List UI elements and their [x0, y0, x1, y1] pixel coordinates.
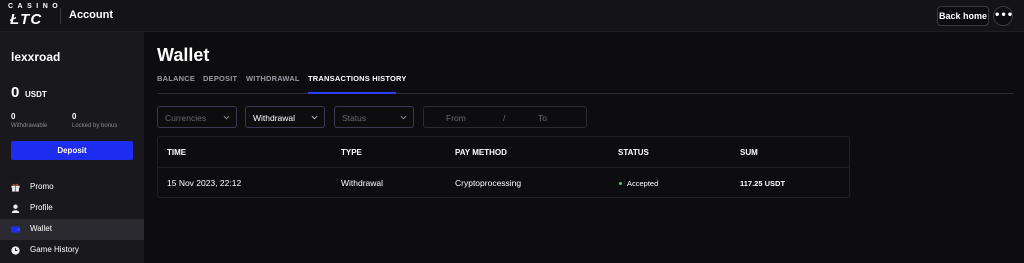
- cell-time: 15 Nov 2023, 22:12: [167, 178, 242, 188]
- header-divider: [60, 8, 61, 24]
- locked-bonus-value: 0: [72, 112, 77, 121]
- date-to-input[interactable]: To: [538, 113, 547, 123]
- top-bar: CASINO ŁTC Account Back home •••: [0, 0, 1024, 32]
- balance-currency: USDT: [25, 90, 47, 99]
- date-range-input: From / To: [423, 106, 587, 128]
- cell-sum: 117.25 USDT: [740, 179, 786, 188]
- sidebar-item-label: Promo: [30, 182, 54, 191]
- type-selected-value: Withdrawal: [253, 113, 296, 123]
- logo-line-2: ŁTC: [10, 11, 43, 28]
- tab-deposit[interactable]: DEPOSIT: [203, 74, 237, 83]
- sidebar-item-game-history[interactable]: Game History: [0, 240, 144, 261]
- status-select[interactable]: Status: [334, 106, 414, 128]
- tabs-divider: [157, 93, 1013, 94]
- table-header-divider: [158, 167, 849, 168]
- chevron-down-icon: [400, 115, 407, 120]
- gift-icon: [11, 183, 20, 192]
- sidebar-item-label: Game History: [30, 245, 79, 254]
- sidebar-item-label: Profile: [30, 203, 53, 212]
- transactions-table: TIME TYPE PAY METHOD STATUS SUM 15 Nov 2…: [157, 136, 850, 198]
- currencies-select[interactable]: Currencies: [157, 106, 237, 128]
- status-dot-icon: [619, 182, 622, 185]
- wallet-icon: [11, 226, 20, 233]
- column-header-type: TYPE: [341, 148, 362, 157]
- column-header-status: STATUS: [618, 148, 649, 157]
- column-header-time: TIME: [167, 148, 187, 157]
- locked-bonus-label: Locked by bonus: [72, 123, 118, 129]
- tab-withdrawal[interactable]: WITHDRAWAL: [246, 74, 300, 83]
- chevron-down-icon: [223, 115, 230, 120]
- sidebar-item-profile[interactable]: Profile: [0, 198, 144, 219]
- back-home-button[interactable]: Back home: [937, 6, 989, 26]
- cell-status: Accepted: [627, 179, 659, 188]
- ellipsis-icon[interactable]: •••: [993, 6, 1013, 26]
- logo-line-1: CASINO: [8, 3, 63, 10]
- active-tab-indicator: [308, 92, 396, 94]
- sidebar-item-promo[interactable]: Promo: [0, 177, 144, 198]
- account-sidebar: lexxroad 0 USDT 0 Withdrawable 0 Locked …: [0, 32, 144, 263]
- username: lexxroad: [11, 50, 61, 64]
- date-from-input[interactable]: From: [446, 113, 466, 123]
- date-separator: /: [503, 113, 506, 123]
- type-select[interactable]: Withdrawal: [245, 106, 325, 128]
- chevron-down-icon: [311, 115, 318, 120]
- user-icon: [11, 204, 20, 213]
- tab-balance[interactable]: BALANCE: [157, 74, 195, 83]
- casino-ltc-logo[interactable]: CASINO ŁTC: [8, 3, 60, 29]
- cell-pay-method: Cryptoprocessing: [455, 178, 522, 188]
- sidebar-item-wallet[interactable]: Wallet: [0, 219, 144, 240]
- sidebar-item-label: Wallet: [30, 224, 52, 233]
- column-header-pay-method: PAY METHOD: [455, 148, 507, 157]
- currencies-placeholder: Currencies: [165, 113, 207, 123]
- cell-type: Withdrawal: [341, 178, 384, 188]
- tab-transactions-history[interactable]: TRANSACTIONS HISTORY: [308, 74, 407, 83]
- withdrawable-value: 0: [11, 112, 16, 121]
- column-header-sum: SUM: [740, 148, 758, 157]
- page-section-title: Account: [69, 9, 113, 21]
- clock-icon: [11, 246, 20, 255]
- balance-amount: 0: [11, 84, 20, 101]
- withdrawable-label: Withdrawable: [11, 123, 48, 129]
- deposit-button[interactable]: Deposit: [11, 141, 133, 160]
- page-title: Wallet: [157, 45, 210, 65]
- status-placeholder: Status: [342, 113, 367, 123]
